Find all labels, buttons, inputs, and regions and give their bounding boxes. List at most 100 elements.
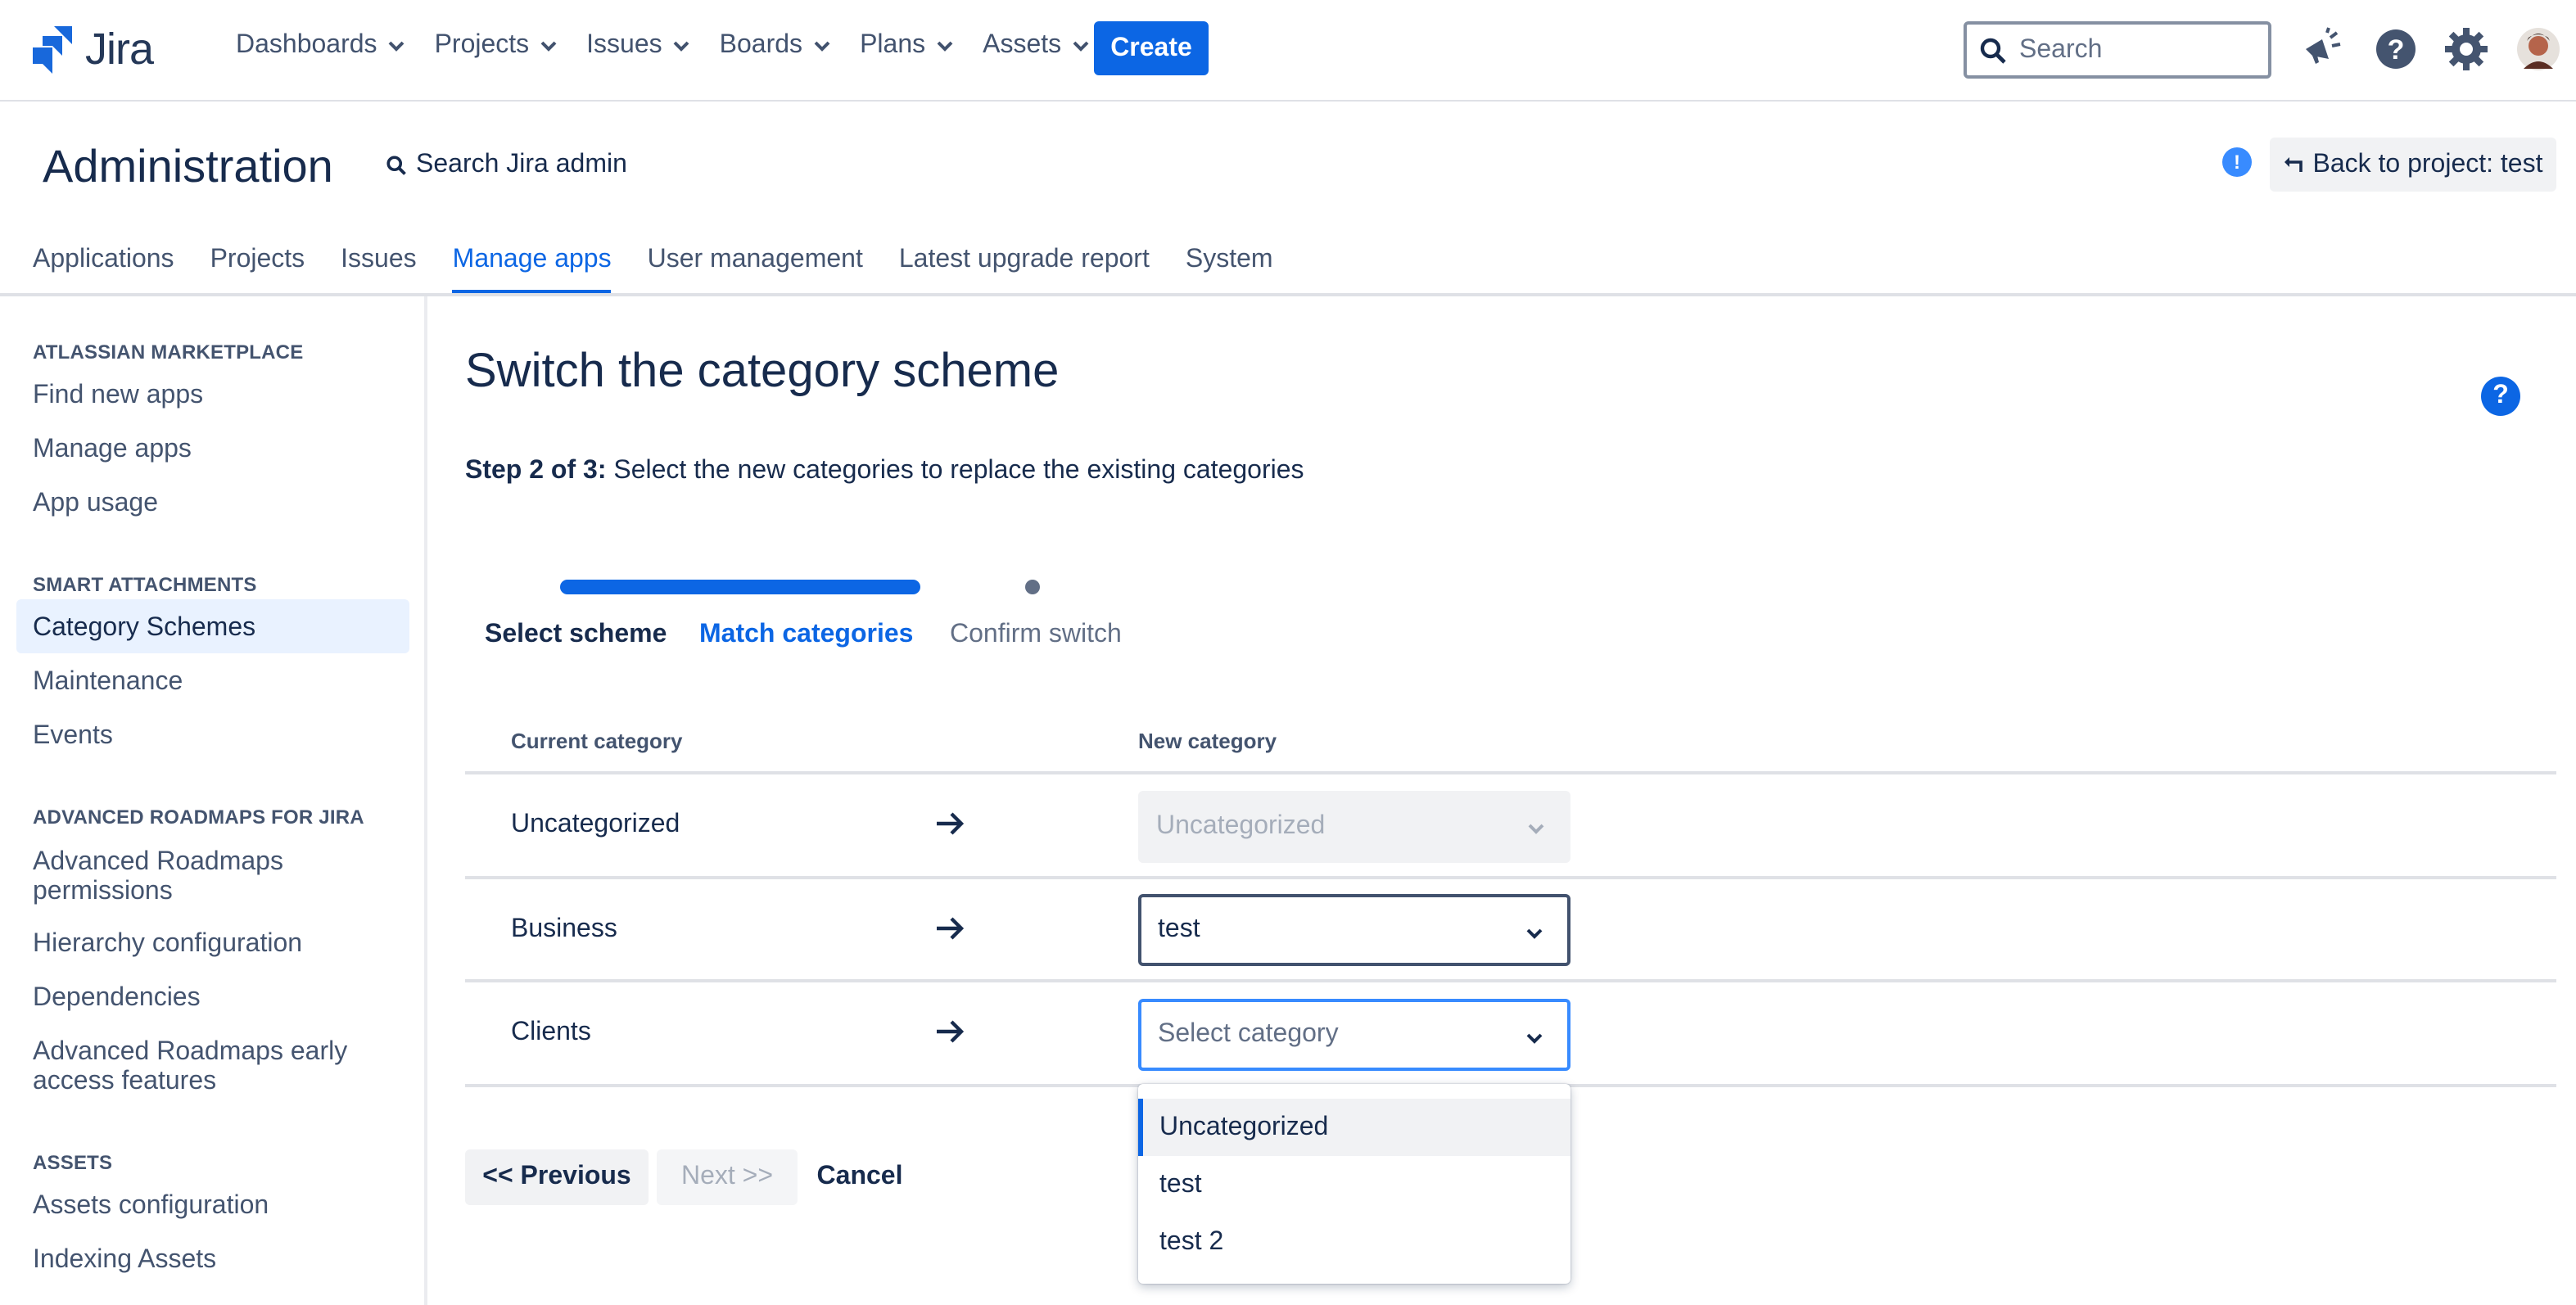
sidebar-item-early-access-features[interactable]: Advanced Roadmaps early access features [33, 1038, 360, 1097]
select-value: test [1158, 915, 1200, 943]
tab-latest-upgrade-report[interactable]: Latest upgrade report [899, 246, 1150, 295]
current-category-business: Business [511, 915, 617, 943]
chevron-down-icon [814, 41, 830, 52]
column-header-current: Current category [511, 729, 683, 753]
nav-issues[interactable]: Issues [586, 31, 690, 61]
sidebar-item-app-usage[interactable]: App usage [33, 490, 158, 519]
sidebar-item-dependencies[interactable]: Dependencies [33, 984, 201, 1014]
sidebar-heading-marketplace: ATLASSIAN MARKETPLACE [33, 341, 304, 364]
tab-applications[interactable]: Applications [33, 246, 174, 295]
new-category-select-uncategorized: Uncategorized [1138, 791, 1570, 863]
sidebar-item-advanced-roadmaps-permissions[interactable]: Advanced Roadmaps permissions [33, 848, 328, 907]
stepper-step-match-categories: Match categories [699, 621, 914, 648]
step-instructions: Select the new categories to replace the… [606, 457, 1304, 485]
sidebar-item-assets-configuration[interactable]: Assets configuration [33, 1192, 269, 1221]
table-divider [465, 979, 2556, 982]
step-description: Step 2 of 3: Select the new categories t… [465, 457, 1304, 486]
tab-issues[interactable]: Issues [341, 246, 417, 295]
svg-text:?: ? [2388, 34, 2405, 65]
nav-projects-label: Projects [434, 31, 530, 59]
notifications-megaphone-icon[interactable] [2299, 26, 2345, 72]
search-icon [386, 156, 406, 175]
table-divider [465, 771, 2556, 774]
sidebar-item-events[interactable]: Events [33, 722, 113, 752]
chevron-down-icon [674, 41, 690, 52]
nav-dashboards-label: Dashboards [236, 31, 377, 59]
admin-tabs: Applications Projects Issues Manage apps… [33, 246, 1309, 295]
step-indicator: Step 2 of 3: [465, 457, 607, 485]
search-jira-admin[interactable]: Search Jira admin [386, 151, 627, 180]
sidebar-heading-assets: ASSETS [33, 1151, 113, 1174]
chevron-down-icon [1528, 824, 1544, 834]
dropdown-option-test[interactable]: test [1138, 1156, 1570, 1213]
cancel-button[interactable]: Cancel [807, 1149, 912, 1205]
sidebar-item-maintenance[interactable]: Maintenance [33, 668, 183, 698]
nav-dashboards[interactable]: Dashboards [236, 31, 405, 61]
jira-logo[interactable]: Jira [33, 25, 154, 75]
admin-title: Administration [43, 141, 333, 192]
next-button: Next >> [657, 1149, 798, 1205]
info-icon[interactable]: ! [2222, 147, 2252, 177]
previous-button[interactable]: << Previous [465, 1149, 649, 1205]
stepper-step-confirm-switch: Confirm switch [950, 621, 1122, 648]
page-title: Switch the category scheme [465, 345, 1060, 398]
global-search[interactable] [1964, 21, 2271, 79]
sidebar-item-indexing-assets[interactable]: Indexing Assets [33, 1246, 216, 1276]
chevron-down-icon [1526, 1033, 1543, 1044]
search-input[interactable] [2019, 35, 2248, 65]
chevron-down-icon [540, 41, 557, 52]
sidebar-item-category-schemes[interactable]: Category Schemes [33, 614, 255, 643]
new-category-select-business[interactable]: test [1138, 894, 1570, 966]
chevron-down-icon [1526, 928, 1543, 939]
settings-gear-icon[interactable] [2443, 26, 2489, 72]
chevron-down-icon [937, 41, 953, 52]
sidebar-item-find-new-apps[interactable]: Find new apps [33, 382, 203, 411]
back-arrow-icon [2285, 156, 2303, 171]
sidebar-heading-advanced-roadmaps: ADVANCED ROADMAPS FOR JIRA [33, 806, 364, 829]
page-help-icon[interactable]: ? [2481, 377, 2520, 416]
nav-plans-label: Plans [860, 31, 926, 59]
arrow-right-icon [937, 1020, 965, 1043]
primary-nav: Dashboards Projects Issues Boards Plans … [236, 31, 1119, 61]
tab-user-management[interactable]: User management [648, 246, 863, 295]
dropdown-option-uncategorized[interactable]: Uncategorized [1138, 1099, 1570, 1156]
sidebar-item-manage-apps[interactable]: Manage apps [33, 436, 192, 465]
arrow-right-icon [937, 812, 965, 835]
column-header-new: New category [1138, 729, 1277, 753]
chevron-down-icon [1073, 41, 1089, 52]
back-to-project-button[interactable]: Back to project: test [2270, 138, 2556, 192]
search-jira-admin-label: Search Jira admin [416, 151, 627, 178]
stepper-pending-dot [1025, 580, 1040, 594]
dropdown-option-test-2[interactable]: test 2 [1138, 1213, 1570, 1271]
nav-plans[interactable]: Plans [860, 31, 953, 61]
user-avatar[interactable] [2515, 26, 2561, 72]
create-button[interactable]: Create [1094, 21, 1209, 75]
nav-assets-label: Assets [983, 31, 1062, 59]
arrow-right-icon [937, 917, 965, 940]
category-dropdown-menu: Uncategorized test test 2 [1138, 1084, 1570, 1284]
nav-issues-label: Issues [586, 31, 662, 59]
nav-assets[interactable]: Assets [983, 31, 1089, 61]
nav-boards-label: Boards [719, 31, 803, 59]
select-placeholder: Select category [1158, 1020, 1339, 1048]
back-to-project-label: Back to project: test [2312, 150, 2543, 178]
chevron-down-icon [389, 41, 404, 52]
nav-boards[interactable]: Boards [720, 31, 830, 61]
nav-projects[interactable]: Projects [435, 31, 558, 61]
help-icon[interactable]: ? [2373, 26, 2419, 72]
jira-logo-icon [33, 25, 72, 73]
sidebar-item-hierarchy-configuration[interactable]: Hierarchy configuration [33, 930, 302, 960]
select-value: Uncategorized [1156, 812, 1326, 840]
top-navigation: Jira Dashboards Projects Issues Boards P… [0, 0, 2576, 102]
stepper-progress-bar [560, 580, 920, 594]
tab-system[interactable]: System [1186, 246, 1273, 295]
app-name: Jira [85, 25, 154, 74]
stepper-step-select-scheme: Select scheme [485, 621, 667, 648]
tab-projects[interactable]: Projects [210, 246, 305, 295]
new-category-select-clients[interactable]: Select category [1138, 999, 1570, 1071]
current-category-uncategorized: Uncategorized [511, 811, 680, 838]
tab-manage-apps[interactable]: Manage apps [452, 246, 612, 295]
table-divider [465, 876, 2556, 879]
current-category-clients: Clients [511, 1018, 591, 1046]
search-icon [1980, 37, 2006, 63]
